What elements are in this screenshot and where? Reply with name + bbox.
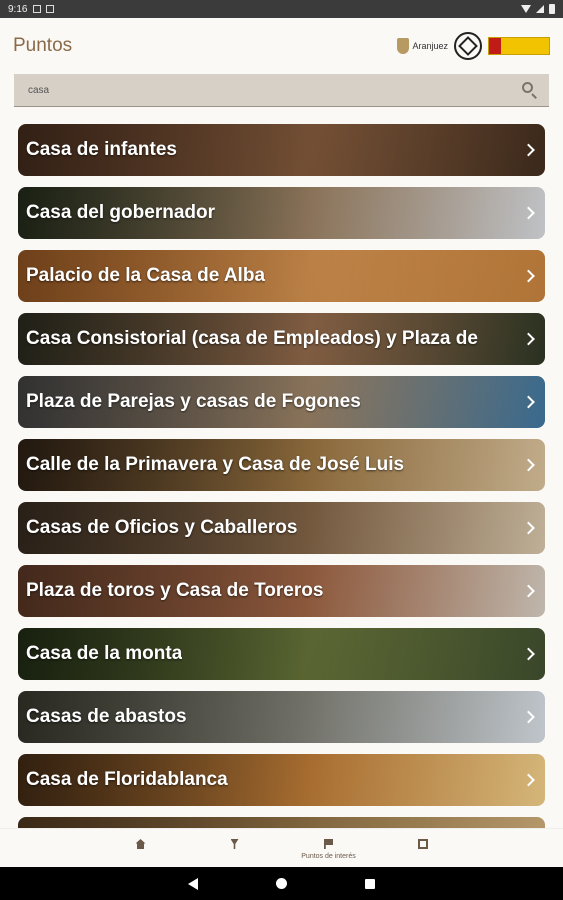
status-bar: 9:16 [0,0,563,18]
points-list[interactable]: Casa de infantes Casa del gobernador Pal… [0,121,563,828]
point-card[interactable]: Plaza de toros y Casa de Toreros [18,565,545,617]
recents-icon[interactable] [365,878,375,889]
nav-qr-scan[interactable] [398,839,448,867]
point-card-label: Casas de abastos [26,706,187,727]
bottom-nav: Puntos de interés [0,828,563,867]
point-card-label: Casa de la monta [26,643,183,664]
nav-points-label: Puntos de interés [301,853,356,860]
battery-icon [549,4,555,14]
sim-icon [33,5,42,13]
flag-icon [324,839,333,849]
unesco-logo [454,32,482,60]
point-card-label: Casa Consistorial (casa de Empleados) y … [26,328,478,349]
status-time: 9:16 [8,3,28,15]
aranjuez-shield-icon [397,38,410,54]
chevron-right-icon [522,521,535,535]
chevron-right-icon [522,710,535,724]
storage-icon [46,5,55,13]
chevron-right-icon [522,773,535,787]
chevron-right-icon [522,332,535,346]
nav-home[interactable] [116,839,166,867]
point-card[interactable] [18,817,545,828]
point-card[interactable]: Casa del gobernador [18,187,545,239]
signal-icon [536,5,544,13]
point-card-label: Casa del gobernador [26,202,215,223]
nav-routes[interactable] [210,839,260,867]
chevron-right-icon [522,395,535,409]
pin-icon [230,839,239,849]
chevron-right-icon [522,458,535,472]
back-icon[interactable] [188,877,198,890]
app-header: Puntos Aranjuez [0,18,563,74]
system-nav-bar [0,867,563,900]
home-button-icon[interactable] [276,878,287,889]
search-input[interactable] [28,84,521,96]
sponsor-logos: Aranjuez [397,32,550,60]
point-card-label: Plaza de Parejas y casas de Fogones [26,391,361,412]
nav-points-of-interest[interactable]: Puntos de interés [301,839,356,867]
chevron-right-icon [522,143,535,157]
point-card-label: Casa de infantes [26,139,177,160]
point-card-label: Casa de Floridablanca [26,769,228,790]
point-card[interactable]: Calle de la Primavera y Casa de José Lui… [18,439,545,491]
point-card[interactable]: Casa Consistorial (casa de Empleados) y … [18,313,545,365]
chevron-right-icon [522,206,535,220]
chevron-right-icon [522,647,535,661]
point-card[interactable]: Plaza de Parejas y casas de Fogones [18,376,545,428]
point-card[interactable]: Casa de la monta [18,628,545,680]
point-card-label: Casas de Oficios y Caballeros [26,517,298,538]
point-card-label: Calle de la Primavera y Casa de José Lui… [26,454,405,475]
point-card[interactable]: Casas de abastos [18,691,545,743]
qr-code-icon [417,839,428,849]
search-icon[interactable] [521,81,539,99]
spain-government-logo [488,37,550,55]
page-title: Puntos [13,35,73,56]
point-card-label: Plaza de toros y Casa de Toreros [26,580,324,601]
point-card[interactable]: Casa de infantes [18,124,545,176]
aranjuez-logo: Aranjuez [397,38,448,54]
point-card[interactable]: Palacio de la Casa de Alba [18,250,545,302]
wifi-icon [521,5,531,13]
chevron-right-icon [522,269,535,283]
chevron-right-icon [522,584,535,598]
home-icon [135,839,146,849]
search-bar[interactable] [14,74,549,107]
point-card[interactable]: Casa de Floridablanca [18,754,545,806]
aranjuez-logo-text: Aranjuez [412,41,448,51]
point-card-label: Palacio de la Casa de Alba [26,265,266,286]
point-card[interactable]: Casas de Oficios y Caballeros [18,502,545,554]
